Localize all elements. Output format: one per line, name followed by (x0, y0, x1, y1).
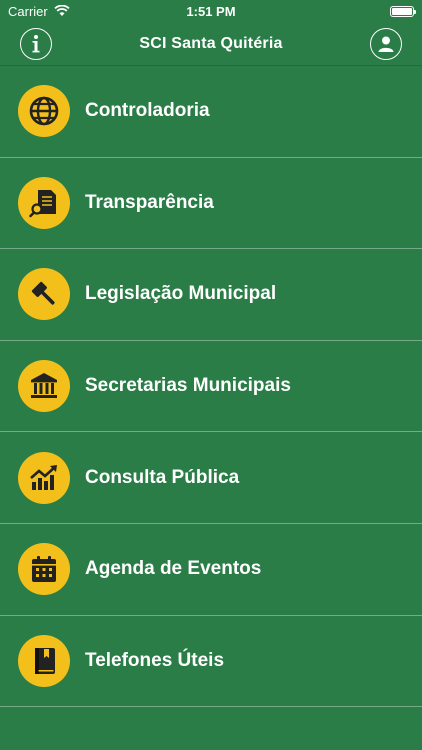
chart-up-icon (30, 464, 57, 490)
menu-label: Transparência (85, 191, 214, 213)
menu-icon-circle (18, 176, 70, 229)
user-button[interactable] (370, 28, 402, 60)
info-icon (32, 35, 40, 53)
menu-item-secretarias-municipais[interactable]: Secretarias Municipais (0, 341, 422, 433)
menu-icon-circle (18, 268, 70, 321)
menu-item-telefones-uteis[interactable]: Telefones Úteis (0, 616, 422, 708)
menu-icon-circle (18, 451, 70, 504)
institution-icon (31, 373, 57, 399)
menu-item-controladoria[interactable]: Controladoria (0, 66, 422, 158)
menu-item-transparencia[interactable]: Transparência (0, 158, 422, 250)
phone-book-icon (35, 647, 55, 674)
page-title: SCI Santa Quitéria (139, 34, 283, 52)
calendar-icon (32, 556, 56, 583)
menu-label: Agenda de Eventos (85, 558, 262, 580)
status-bar: Carrier 1:51 PM (0, 0, 422, 22)
gavel-icon (31, 282, 55, 306)
globe-icon (29, 96, 59, 126)
menu-icon-circle (18, 85, 70, 138)
document-search-icon (29, 189, 56, 218)
menu-label: Controladoria (85, 100, 210, 122)
battery-icon (390, 5, 416, 17)
menu-item-agenda-de-eventos[interactable]: Agenda de Eventos (0, 524, 422, 616)
user-icon (378, 36, 394, 52)
menu-label: Legislação Municipal (85, 283, 277, 305)
menu-label: Consulta Pública (85, 466, 240, 488)
info-button[interactable] (20, 28, 52, 60)
menu-icon-circle (18, 360, 70, 413)
nav-bar: SCI Santa Quitéria (0, 22, 422, 66)
menu-item-consulta-publica[interactable]: Consulta Pública (0, 432, 422, 524)
menu-label: Telefones Úteis (85, 649, 225, 671)
menu-icon-circle (18, 543, 70, 596)
menu-item-legislacao-municipal[interactable]: Legislação Municipal (0, 249, 422, 341)
status-time: 1:51 PM (186, 3, 236, 19)
menu-label: Secretarias Municipais (85, 375, 291, 397)
menu-icon-circle (18, 634, 70, 687)
main-menu: Controladoria Transparência Legislação M… (0, 66, 422, 708)
